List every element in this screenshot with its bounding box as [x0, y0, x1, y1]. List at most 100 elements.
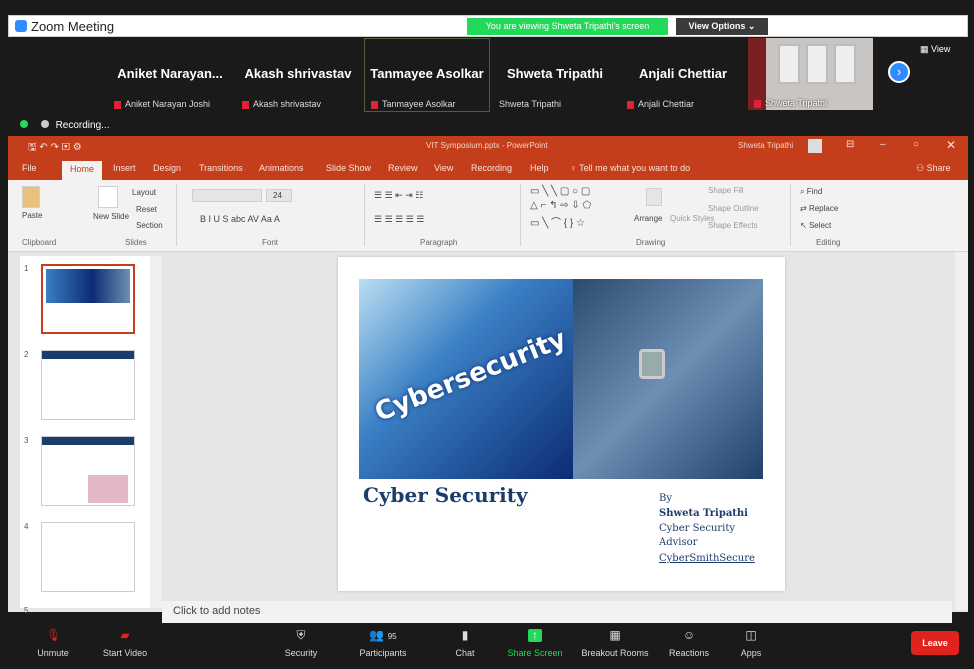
slide-thumbnail[interactable] — [41, 264, 135, 334]
slide-number: 5 — [24, 606, 29, 615]
tell-me-box[interactable]: ♀ Tell me what you want to do — [570, 163, 690, 173]
thumbnail-scrollbar[interactable] — [150, 256, 162, 608]
thumbnail-header — [42, 437, 134, 445]
font-format-icons[interactable]: B I U S abc AV Aa A — [200, 214, 280, 224]
slide-thumbnail[interactable] — [41, 350, 135, 420]
paragraph-icons[interactable]: ☰ ☰ ⇤ ⇥ ☷ — [374, 190, 423, 201]
group-divider — [176, 184, 177, 246]
ribbon-display-icon[interactable]: ⊟ — [846, 139, 854, 150]
font-size-value: 24 — [273, 191, 282, 200]
align-icons[interactable]: ☰ ☰ ☰ ☰ ☰ — [374, 214, 424, 225]
shape-fill-button[interactable]: Shape Fill — [708, 186, 744, 195]
window-title: Zoom Meeting — [31, 19, 115, 34]
tab-home[interactable]: Home — [62, 161, 103, 180]
mic-muted-icon — [242, 100, 249, 109]
select-button[interactable]: ↖ Select — [800, 221, 831, 230]
shape-outline-button[interactable]: Shape Outline — [708, 204, 759, 213]
share-screen-button[interactable]: ↑ Share Screen — [500, 623, 570, 663]
start-video-button[interactable]: ▰ Start Video — [90, 623, 160, 663]
slide-thumbnail[interactable] — [41, 436, 135, 506]
replace-button[interactable]: ⇄ Replace — [800, 204, 838, 213]
shapes-gallery-row2[interactable]: △ ⌐ ↰ ⇨ ⇩ ⬠ — [530, 200, 591, 211]
slide-number: 3 — [24, 436, 29, 445]
tab-file[interactable]: File — [22, 163, 37, 173]
slide-title[interactable]: Cyber Security — [363, 483, 528, 507]
view-options-button[interactable]: View Options ⌄ — [676, 18, 768, 35]
slide-number: 1 — [24, 264, 29, 273]
tab-animations[interactable]: Animations — [259, 163, 304, 173]
maximize-icon[interactable]: ○ — [913, 139, 919, 150]
unmute-button[interactable]: 🎙 Unmute — [18, 623, 88, 663]
share-screen-label: Share Screen — [507, 648, 563, 658]
arrange-button[interactable]: Arrange — [634, 214, 662, 223]
new-slide-button[interactable]: New Slide — [93, 212, 129, 221]
next-page-button[interactable]: › — [888, 61, 910, 83]
slide-number: 4 — [24, 522, 29, 531]
security-button[interactable]: ⛨ Security — [266, 623, 336, 663]
slide-scrollbar[interactable] — [955, 252, 968, 610]
tab-slide-show[interactable]: Slide Show — [326, 163, 371, 173]
tab-recording[interactable]: Recording — [471, 163, 512, 173]
security-label: Security — [284, 648, 318, 658]
section-button[interactable]: Section — [136, 221, 163, 230]
find-button[interactable]: ⌕ Find — [800, 187, 822, 197]
participants-button[interactable]: 👥 95 Participants — [348, 623, 418, 663]
reactions-button[interactable]: ☺ Reactions — [654, 623, 724, 663]
breakout-rooms-button[interactable]: ▦ Breakout Rooms — [580, 623, 650, 663]
avatar[interactable] — [808, 139, 822, 153]
tab-insert[interactable]: Insert — [113, 163, 136, 173]
padlock-network-photo — [573, 279, 763, 479]
font-name-box[interactable] — [192, 189, 262, 202]
tab-help[interactable]: Help — [530, 163, 549, 173]
start-video-label: Start Video — [102, 648, 148, 658]
participants-icon: 👥 95 — [369, 628, 397, 642]
chat-button[interactable]: ▮ Chat — [430, 623, 500, 663]
tab-view[interactable]: View — [434, 163, 453, 173]
share-label: Share — [926, 163, 951, 173]
layout-button[interactable]: Layout — [132, 188, 156, 197]
notes-placeholder: Click to add notes — [173, 605, 261, 617]
share-button[interactable]: ⚇ Share — [916, 163, 951, 174]
leave-button[interactable]: Leave — [911, 631, 959, 655]
new-slide-icon[interactable] — [98, 186, 118, 208]
participant-name: Aniket Narayan Joshi — [125, 99, 211, 109]
participant-tile[interactable]: Tanmayee Asolkar Tanmayee Asolkar — [364, 38, 490, 112]
paste-button[interactable]: Paste — [22, 211, 42, 220]
tab-transitions[interactable]: Transitions — [199, 163, 243, 173]
participant-display-name: Shweta Tripathi — [506, 66, 604, 81]
powerpoint-title-bar: 🖫 ↶ ↷ ▣ ⚙ VIT Symposium.pptx - PowerPoin… — [8, 136, 968, 158]
font-size-box[interactable]: 24 — [266, 189, 292, 202]
arrange-icon[interactable] — [646, 188, 662, 206]
notes-pane[interactable]: Click to add notes — [162, 601, 952, 623]
apps-button[interactable]: ◫ Apps — [716, 623, 786, 663]
shapes-gallery-row3[interactable]: ▭ ╲ ⌒ { } ☆ — [530, 214, 585, 229]
participant-tile[interactable]: Shweta Tripathi Shweta Tripathi — [493, 39, 617, 111]
window-background — [834, 44, 856, 84]
close-icon[interactable]: ✕ — [946, 138, 956, 152]
mic-muted-icon: 🎙 — [46, 628, 62, 642]
participant-video-tile[interactable]: Shweta Tripathi — [748, 38, 873, 110]
participant-display-name: Anjali Chettiar — [638, 66, 728, 81]
reset-button[interactable]: Reset — [136, 205, 157, 214]
participant-tile[interactable]: Akash shrivastav Akash shrivastav — [236, 39, 360, 111]
minimize-icon[interactable]: – — [880, 139, 886, 150]
participant-tile[interactable]: Anjali Chettiar Anjali Chettiar — [621, 39, 745, 111]
participant-tile[interactable]: Aniket Narayan... Aniket Narayan Joshi — [108, 39, 232, 111]
paste-icon[interactable] — [22, 186, 40, 208]
participant-display-name: Tanmayee Asolkar — [370, 66, 484, 81]
slide-thumbnail[interactable] — [41, 522, 135, 592]
view-button[interactable]: ▦ View — [920, 44, 950, 55]
select-label: Select — [808, 221, 832, 230]
quick-access-icons[interactable]: 🖫 ↶ ↷ ▣ ⚙ — [28, 140, 82, 157]
participants-label: Participants — [359, 648, 407, 658]
tab-design[interactable]: Design — [153, 163, 181, 173]
group-label-font: Font — [262, 238, 279, 247]
shape-effects-button[interactable]: Shape Effects — [708, 221, 758, 230]
view-options-label: View Options — [688, 21, 746, 31]
tab-review[interactable]: Review — [388, 163, 418, 173]
mic-muted-icon — [754, 99, 761, 108]
mic-muted-icon — [371, 100, 378, 109]
slide-canvas[interactable]: Cybersecurity Cyber Security By Shweta T… — [338, 257, 785, 591]
shapes-gallery[interactable]: ▭ ╲ ╲ ▢ ○ ▢ — [530, 186, 590, 197]
shield-icon: ⛨ — [296, 628, 306, 642]
